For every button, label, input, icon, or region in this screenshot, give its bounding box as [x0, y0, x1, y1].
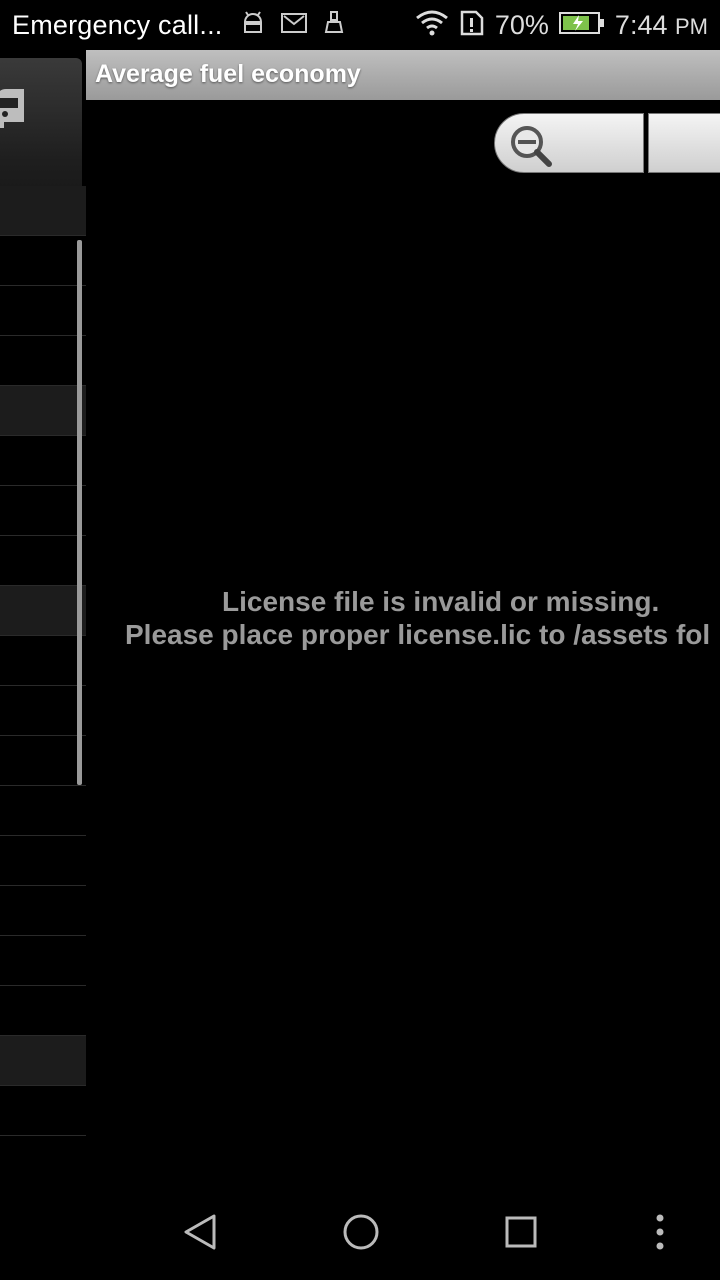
list-header: [0, 186, 86, 236]
cleaner-icon: [322, 10, 346, 41]
status-title: Emergency call...: [12, 9, 223, 40]
zoom-controls: [494, 113, 720, 173]
back-icon: [180, 1212, 220, 1257]
home-icon: [341, 1212, 381, 1257]
list-item[interactable]: [0, 436, 86, 486]
list-item[interactable]: [0, 1086, 86, 1136]
sim-alert-icon: [459, 9, 485, 42]
android-icon: [240, 10, 266, 41]
status-bar: Emergency call... 70% 7:44 PM: [0, 0, 720, 50]
list-item[interactable]: [0, 636, 86, 686]
page-title: Average fuel economy: [95, 60, 361, 88]
list-item[interactable]: [0, 736, 86, 786]
status-right: 70% 7:44 PM: [415, 0, 708, 50]
notification-icons: [240, 10, 346, 41]
list-header: [0, 386, 86, 436]
battery-icon: [558, 11, 605, 40]
license-message: License file is invalid or missing. Plea…: [86, 586, 720, 656]
more-button[interactable]: [638, 1212, 682, 1256]
list-item[interactable]: [0, 336, 86, 386]
list-item[interactable]: [0, 286, 86, 336]
zoom-out-icon: [505, 122, 565, 173]
message-line-1: License file is invalid or missing.: [222, 586, 660, 617]
gmail-icon: [280, 11, 308, 40]
list-item[interactable]: [0, 786, 86, 836]
more-icon: [650, 1212, 670, 1257]
zoom-in-button[interactable]: [648, 113, 720, 173]
list-item[interactable]: [0, 486, 86, 536]
car-icon: [0, 86, 24, 135]
home-button[interactable]: [339, 1212, 383, 1256]
list-item[interactable]: [0, 536, 86, 586]
chart-title-bar: Average fuel economy: [86, 50, 720, 100]
sidebar: cles: [0, 50, 86, 1200]
list-item[interactable]: [0, 836, 86, 886]
list-header: [0, 586, 86, 636]
battery-percent: 70%: [494, 9, 549, 40]
list-item[interactable]: [0, 936, 86, 986]
recents-icon: [501, 1212, 541, 1257]
wifi-icon: [415, 9, 449, 42]
clock-time: 7:44: [614, 9, 668, 40]
scrollbar[interactable]: [77, 240, 82, 785]
message-line-2: Please place proper license.lic to /asse…: [125, 619, 711, 650]
list-item[interactable]: [0, 886, 86, 936]
navigation-bar: [0, 1184, 720, 1280]
recents-button[interactable]: [499, 1212, 543, 1256]
clock-suffix: PM: [675, 13, 708, 39]
list-header: [0, 1036, 86, 1086]
list-item[interactable]: [0, 236, 86, 286]
list-item[interactable]: [0, 686, 86, 736]
clock: 7:44 PM: [615, 10, 708, 41]
status-left: Emergency call...: [12, 0, 346, 50]
zoom-out-button[interactable]: [494, 113, 644, 173]
list-item[interactable]: [0, 986, 86, 1036]
back-button[interactable]: [178, 1212, 222, 1256]
